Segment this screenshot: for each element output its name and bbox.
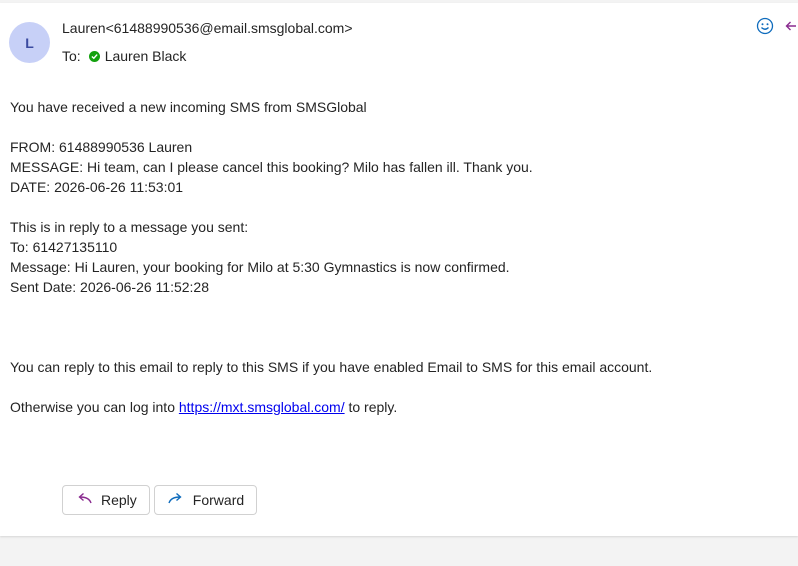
reply-info: You can reply to this email to reply to … <box>10 359 653 375</box>
reply-arrow-icon[interactable] <box>784 17 798 40</box>
reply-intro: This is in reply to a message you sent: <box>10 219 249 235</box>
sender-address[interactable]: Lauren<61488990536@email.smsglobal.com> <box>62 20 353 36</box>
intro-text: You have received a new incoming SMS fro… <box>10 99 367 115</box>
login-instructions: Otherwise you can log into https://mxt.s… <box>10 397 790 417</box>
reply-sent-date: Sent Date: 2026-06-26 11:52:28 <box>10 279 210 295</box>
reply-icon <box>75 492 93 509</box>
message-body: You have received a new incoming SMS fro… <box>10 97 790 417</box>
forward-label: Forward <box>192 492 245 508</box>
to-label: To: <box>62 48 81 64</box>
reply-actions: Reply Forward <box>62 485 258 515</box>
verified-check-icon <box>88 50 100 62</box>
login-prefix: Otherwise you can log into <box>10 399 179 415</box>
email-reading-pane: L Lauren<61488990536@email.smsglobal.com… <box>0 3 798 536</box>
forward-button[interactable]: Forward <box>153 485 258 515</box>
reply-to: To: 61427135110 <box>10 239 118 255</box>
smsglobal-link[interactable]: https://mxt.smsglobal.com/ <box>179 399 345 415</box>
avatar[interactable]: L <box>9 22 50 63</box>
recipient-line: To: Lauren Black <box>62 48 186 64</box>
reply-label: Reply <box>101 492 137 508</box>
smiley-icon[interactable] <box>756 17 774 40</box>
sms-from: FROM: 61488990536 Lauren <box>10 139 193 155</box>
forward-icon <box>167 492 185 509</box>
sms-message: MESSAGE: Hi team, can I please cancel th… <box>10 159 533 175</box>
sms-date: DATE: 2026-06-26 11:53:01 <box>10 179 184 195</box>
message-actions-toolbar <box>756 17 798 40</box>
login-suffix: to reply. <box>344 399 398 415</box>
recipient-name[interactable]: Lauren Black <box>105 48 187 64</box>
reply-button[interactable]: Reply <box>62 485 150 515</box>
reply-message: Message: Hi Lauren, your booking for Mil… <box>10 259 510 275</box>
